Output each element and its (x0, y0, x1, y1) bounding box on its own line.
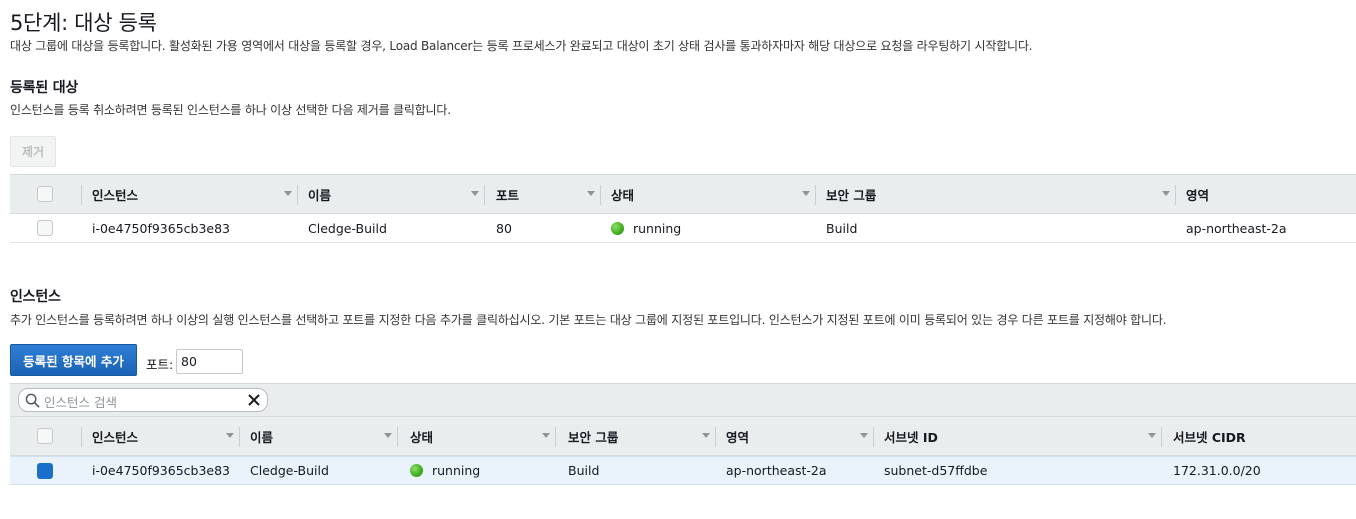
search-placeholder: 인스턴스 검색 (44, 395, 117, 410)
add-to-registered-button[interactable]: 등록된 항목에 추가 (10, 344, 137, 376)
search-input[interactable]: 인스턴스 검색 (18, 388, 268, 412)
column-header-instance[interactable]: 인스턴스 (92, 175, 138, 213)
port-input[interactable]: 80 (176, 349, 243, 374)
zone: ap-northeast-2a (726, 463, 827, 478)
table-header: 인스턴스 이름 상태 보안 그룹 영역 서브넷 ID 서브넷 CIDR (10, 416, 1356, 456)
zone: ap-northeast-2a (1186, 220, 1287, 236)
sort-icon[interactable] (542, 433, 550, 438)
table-header: 인스턴스 이름 포트 상태 보안 그룹 영역 (10, 174, 1356, 214)
state-label: running (432, 463, 481, 478)
instances-table: 인스턴스 이름 상태 보안 그룹 영역 서브넷 ID 서브넷 CIDR i-0e… (10, 416, 1356, 485)
state-cell: running (611, 214, 681, 242)
security-group: Build (826, 220, 858, 236)
subnet-cidr: 172.31.0.0/20 (1173, 463, 1261, 478)
select-all-checkbox[interactable] (37, 428, 53, 444)
remove-button[interactable]: 제거 (10, 136, 56, 167)
column-header-subnet-id[interactable]: 서브넷 ID (884, 417, 938, 455)
instance-name: Cledge-Build (308, 220, 387, 236)
state-cell: running (410, 457, 480, 484)
sort-icon[interactable] (384, 433, 392, 438)
row-checkbox[interactable] (37, 462, 53, 479)
port-value: 80 (496, 220, 512, 236)
page-description: 대상 그룹에 대상을 등록합니다. 활성화된 가용 영역에서 대상을 등록할 경… (10, 39, 1033, 53)
select-all-checkbox[interactable] (37, 186, 53, 202)
search-toolbar: 인스턴스 검색 (10, 383, 1356, 416)
column-header-port[interactable]: 포트 (496, 175, 519, 213)
registered-heading: 등록된 대상 (10, 80, 79, 96)
table-row[interactable]: i-0e4750f9365cb3e83 Cledge-Build running… (10, 456, 1356, 485)
registered-table: 인스턴스 이름 포트 상태 보안 그룹 영역 i-0e4750f9365cb3e… (10, 174, 1356, 243)
column-header-state[interactable]: 상태 (410, 417, 433, 455)
instances-description: 추가 인스턴스를 등록하려면 하나 이상의 실행 인스턴스를 선택하고 포트를 … (10, 313, 1167, 327)
row-checkbox[interactable] (37, 220, 53, 236)
sort-icon[interactable] (587, 191, 595, 196)
column-header-zone[interactable]: 영역 (1186, 175, 1209, 213)
column-header-name[interactable]: 이름 (250, 417, 273, 455)
instance-id: i-0e4750f9365cb3e83 (92, 463, 231, 478)
sort-icon[interactable] (1162, 191, 1170, 196)
running-status-icon (611, 221, 624, 235)
close-icon[interactable] (247, 393, 261, 407)
instance-name: Cledge-Build (250, 463, 329, 478)
sort-icon[interactable] (802, 191, 810, 196)
column-header-security-group[interactable]: 보안 그룹 (826, 175, 876, 213)
registered-description: 인스턴스를 등록 취소하려면 등록된 인스턴스를 하나 이상 선택한 다음 제거… (10, 103, 451, 117)
state-label: running (633, 220, 682, 236)
column-header-state[interactable]: 상태 (611, 175, 634, 213)
column-header-security-group[interactable]: 보안 그룹 (568, 417, 618, 455)
port-label: 포트: (146, 357, 174, 372)
sort-icon[interactable] (471, 191, 479, 196)
running-status-icon (410, 464, 423, 477)
table-row[interactable]: i-0e4750f9365cb3e83 Cledge-Build 80 runn… (10, 214, 1356, 243)
sort-icon[interactable] (1148, 433, 1156, 438)
security-group: Build (568, 463, 600, 478)
sort-icon[interactable] (702, 433, 710, 438)
column-header-name[interactable]: 이름 (308, 175, 331, 213)
column-header-zone[interactable]: 영역 (726, 417, 749, 455)
page-title: 5단계: 대상 등록 (10, 11, 157, 35)
subnet-id: subnet-d57ffdbe (884, 463, 988, 478)
instance-id: i-0e4750f9365cb3e83 (92, 220, 231, 236)
sort-icon[interactable] (226, 433, 234, 438)
sort-icon[interactable] (860, 433, 868, 438)
search-icon (25, 393, 40, 408)
instances-heading: 인스턴스 (10, 289, 61, 305)
sort-icon[interactable] (284, 191, 292, 196)
column-header-subnet-cidr[interactable]: 서브넷 CIDR (1173, 417, 1246, 455)
column-header-instance[interactable]: 인스턴스 (92, 417, 138, 455)
